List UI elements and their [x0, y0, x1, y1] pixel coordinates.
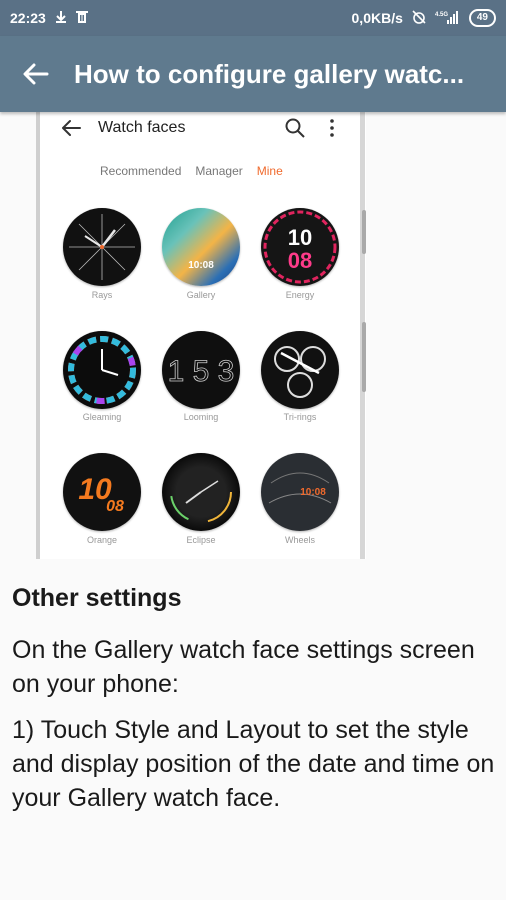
watch-face-label: Eclipse	[186, 535, 216, 545]
net-speed: 0,0KB/s	[351, 10, 403, 26]
article-body: Other settings On the Gallery watch face…	[12, 584, 498, 827]
phone-side-key	[362, 210, 366, 254]
watch-face-tri-rings	[261, 331, 339, 409]
screenshot-back-icon	[62, 120, 81, 136]
back-button[interactable]	[14, 52, 58, 96]
watch-face-label: Orange	[86, 535, 118, 545]
paragraph: 1) Touch Style and Layout to set the sty…	[12, 716, 495, 812]
screenshot-tab-manager: Manager	[195, 164, 243, 178]
watch-face-energy: 10 08	[261, 208, 339, 286]
watch-face-label: Wheels	[284, 535, 315, 545]
no-alarm-icon	[411, 9, 427, 27]
screenshot-title: Watch faces	[98, 119, 186, 136]
looming-digits: 1 5 3	[168, 355, 235, 388]
watch-face-label: Gallery	[186, 290, 216, 300]
watch-face-label: Gleaming	[82, 412, 122, 422]
orange-minute: 08	[106, 498, 124, 515]
status-right: 0,0KB/s 4.5G 49	[352, 9, 496, 27]
arrow-back-icon	[23, 63, 49, 85]
screenshot-tab-mine: Mine	[256, 164, 283, 178]
screenshot-search-icon	[285, 118, 305, 138]
paragraph: On the Gallery watch face settings scree…	[12, 636, 475, 698]
energy-hour: 10	[288, 225, 312, 250]
gallery-time: 10:08	[188, 260, 214, 271]
network-type: 4.5G	[435, 12, 448, 18]
watch-faces-screenshot: Watch faces Recommended Manager Mine Ray…	[36, 112, 366, 559]
trash-icon	[75, 10, 88, 26]
watch-face-label: Energy	[285, 290, 315, 300]
screenshot-frame-left	[36, 112, 40, 559]
watch-face-looming: 1 5 3	[162, 331, 240, 409]
wheels-time: 10:08	[300, 487, 326, 498]
energy-minute: 08	[288, 248, 312, 273]
watch-face-gleaming	[63, 331, 141, 409]
watch-face-rays	[63, 208, 141, 286]
page-title: How to configure gallery watc...	[74, 58, 465, 89]
screenshot-header: Watch faces	[36, 112, 366, 144]
watch-face-wheels: 10:08	[261, 453, 339, 531]
watch-face-eclipse	[162, 453, 240, 531]
watch-face-orange: 10 08	[63, 453, 141, 531]
app-bar: How to configure gallery watc...	[0, 36, 506, 112]
download-icon	[54, 10, 68, 26]
screenshot-tab-recommended: Recommended	[100, 164, 182, 178]
status-left: 22:23	[10, 10, 88, 26]
status-bar: 22:23 0,0KB/s 4.5G 49	[0, 0, 506, 36]
phone-side-key	[362, 322, 366, 392]
screenshot-tabs: Recommended Manager Mine	[100, 164, 283, 178]
watch-face-label: Looming	[183, 412, 219, 422]
watch-face-label: Rays	[91, 290, 113, 300]
watch-face-gallery: 10:08	[162, 208, 240, 286]
screenshot-more-icon	[330, 119, 334, 137]
section-heading: Other settings	[12, 584, 182, 612]
watch-face-label: Tri-rings	[283, 412, 317, 422]
battery-indicator: 49	[468, 9, 496, 27]
signal-icon: 4.5G	[435, 10, 461, 26]
status-time: 22:23	[10, 10, 46, 26]
